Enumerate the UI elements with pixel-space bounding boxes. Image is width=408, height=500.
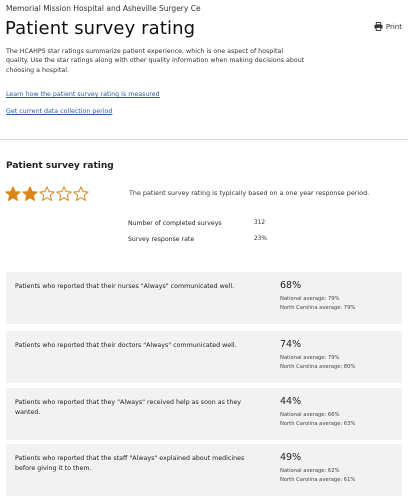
- state-average: North Carolina average: 80%: [280, 364, 356, 370]
- national-average: National average: 79%: [280, 296, 340, 302]
- state-average: North Carolina average: 79%: [280, 305, 356, 311]
- state-average: North Carolina average: 61%: [280, 477, 356, 483]
- how-measured-link[interactable]: Learn how the patient survey rating is m…: [6, 91, 160, 98]
- measure-question: Patients who reported that their nurses …: [15, 283, 235, 290]
- intro-text: The HCAHPS star ratings summarize patien…: [6, 48, 305, 74]
- page-title: Patient survey rating: [5, 18, 196, 39]
- national-average: National average: 62%: [280, 468, 340, 474]
- print-label: Print: [385, 22, 402, 31]
- state-average: North Carolina average: 63%: [280, 421, 356, 427]
- star-filled-icon: [22, 186, 38, 201]
- response-rate-label: Survey response rate: [128, 236, 195, 243]
- print-button[interactable]: Print: [374, 22, 402, 31]
- measure-question: Patients who reported that the staff "Al…: [15, 455, 245, 472]
- collection-period-link[interactable]: Get current data collection period: [6, 108, 112, 115]
- completed-surveys-label: Number of completed surveys: [128, 220, 222, 227]
- measure-card: Patients who reported that they "Always"…: [6, 388, 402, 440]
- star-empty-icon: [56, 186, 72, 201]
- measure-card: Patients who reported that the staff "Al…: [6, 444, 402, 496]
- section-title: Patient survey rating: [6, 161, 114, 171]
- rating-note: The patient survey rating is typically b…: [129, 189, 370, 197]
- printer-icon: [374, 22, 383, 31]
- divider: [0, 139, 408, 140]
- measure-question: Patients who reported that their doctors…: [15, 342, 237, 349]
- star-filled-icon: [5, 186, 21, 201]
- star-empty-icon: [73, 186, 89, 201]
- response-rate-value: 23%: [254, 236, 267, 242]
- star-rating: [5, 186, 89, 201]
- measure-card: Patients who reported that their doctors…: [6, 331, 402, 383]
- hospital-name: Memorial Mission Hospital and Asheville …: [6, 4, 201, 13]
- completed-surveys-value: 312: [254, 220, 266, 226]
- measure-percent: 68%: [280, 280, 302, 291]
- measure-percent: 49%: [280, 452, 302, 463]
- star-empty-icon: [39, 186, 55, 201]
- measure-percent: 74%: [280, 339, 302, 350]
- measure-question: Patients who reported that they "Always"…: [15, 399, 241, 416]
- national-average: National average: 79%: [280, 355, 340, 361]
- national-average: National average: 66%: [280, 412, 340, 418]
- measure-percent: 44%: [280, 396, 302, 407]
- measure-card: Patients who reported that their nurses …: [6, 272, 402, 324]
